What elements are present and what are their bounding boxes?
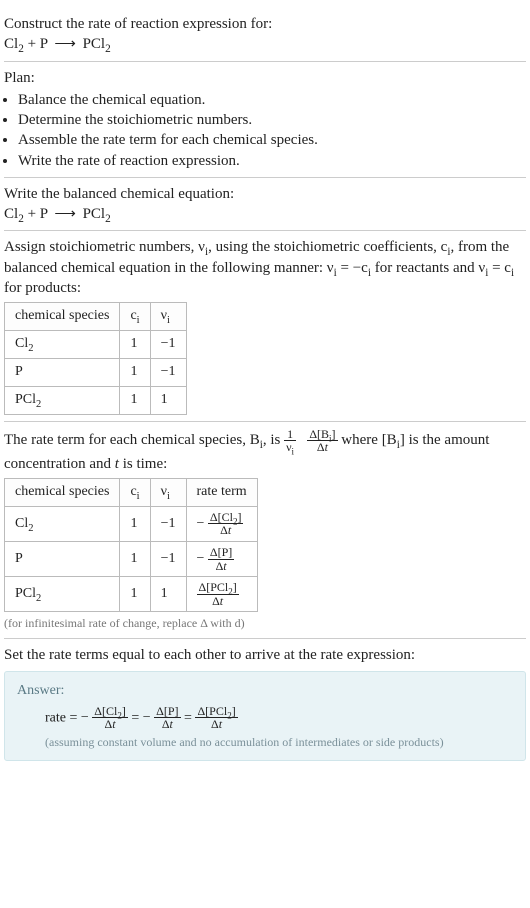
unbalanced-equation: Cl2 + P ⟶ PCl2 bbox=[4, 34, 526, 54]
col-c: ci bbox=[120, 479, 150, 507]
frac-num: Δ[Cl2] bbox=[92, 705, 128, 719]
frac-den: Δt bbox=[197, 595, 239, 608]
frac-num: Δ[PCl2] bbox=[197, 581, 239, 595]
rate-frac: Δ[PCl2] Δt bbox=[197, 581, 239, 607]
table-header-row: chemical species ci νi rate term bbox=[5, 479, 258, 507]
final-section: Set the rate terms equal to each other t… bbox=[4, 639, 526, 768]
stoich-section: Assign stoichiometric numbers, νi, using… bbox=[4, 231, 526, 421]
frac-num: Δ[Cl2] bbox=[208, 511, 244, 525]
neg-sign: − bbox=[143, 710, 151, 725]
equals: = bbox=[184, 710, 195, 725]
cell-species: P bbox=[5, 542, 120, 577]
cell-rate: − Δ[Cl2] Δt bbox=[186, 506, 257, 541]
neg-sign: − bbox=[197, 516, 205, 531]
plan-item: Balance the chemical equation. bbox=[18, 90, 526, 110]
table-row: P 1 −1 bbox=[5, 358, 187, 386]
rate-term-intro: The rate term for each chemical species,… bbox=[4, 428, 526, 474]
rate-term-table: chemical species ci νi rate term Cl2 1 −… bbox=[4, 478, 258, 612]
rate-expression: rate = − Δ[Cl2] Δt = − Δ[P] Δt = bbox=[17, 705, 513, 731]
prompt-title: Construct the rate of reaction expressio… bbox=[4, 14, 526, 34]
cell-c: 1 bbox=[120, 358, 150, 386]
col-nu: νi bbox=[150, 479, 186, 507]
cell-nu: −1 bbox=[150, 542, 186, 577]
col-c: ci bbox=[120, 303, 150, 331]
cell-c: 1 bbox=[120, 577, 150, 612]
col-nu: νi bbox=[150, 303, 186, 331]
rate-prefix: rate = bbox=[45, 710, 81, 725]
cell-rate: − Δ[P] Δt bbox=[186, 542, 257, 577]
equals: = bbox=[131, 710, 142, 725]
neg-sign: − bbox=[197, 551, 205, 566]
frac-dconc-dt: Δ[Bi] Δt bbox=[307, 428, 337, 454]
plan-list: Balance the chemical equation. Determine… bbox=[4, 90, 526, 171]
cell-nu: −1 bbox=[150, 330, 186, 358]
plan-section: Plan: Balance the chemical equation. Det… bbox=[4, 62, 526, 178]
answer-label: Answer: bbox=[17, 682, 513, 701]
balance-section: Write the balanced chemical equation: Cl… bbox=[4, 178, 526, 232]
table-row: PCl2 1 1 Δ[PCl2] Δt bbox=[5, 577, 258, 612]
cell-species: PCl2 bbox=[5, 577, 120, 612]
final-intro: Set the rate terms equal to each other t… bbox=[4, 645, 526, 665]
plan-item: Determine the stoichiometric numbers. bbox=[18, 110, 526, 130]
stoich-table: chemical species ci νi Cl2 1 −1 P 1 −1 P… bbox=[4, 302, 187, 415]
col-species: chemical species bbox=[5, 303, 120, 331]
frac-num: Δ[P] bbox=[154, 705, 180, 719]
table-row: Cl2 1 −1 bbox=[5, 330, 187, 358]
plan-item: Assemble the rate term for each chemical… bbox=[18, 130, 526, 150]
rate-frac: Δ[PCl2] Δt bbox=[195, 705, 237, 731]
cell-c: 1 bbox=[120, 330, 150, 358]
table-row: P 1 −1 − Δ[P] Δt bbox=[5, 542, 258, 577]
balanced-equation: Cl2 + P ⟶ PCl2 bbox=[4, 204, 526, 224]
frac-den: νi bbox=[284, 441, 296, 454]
cell-species: Cl2 bbox=[5, 330, 120, 358]
cell-nu: −1 bbox=[150, 506, 186, 541]
cell-nu: −1 bbox=[150, 358, 186, 386]
balance-intro: Write the balanced chemical equation: bbox=[4, 184, 526, 204]
frac-den: Δt bbox=[92, 718, 128, 731]
rate-formula: 1 νi Δ[Bi] Δt bbox=[284, 432, 341, 448]
cell-species: PCl2 bbox=[5, 386, 120, 414]
stoich-intro: Assign stoichiometric numbers, νi, using… bbox=[4, 237, 526, 298]
table-row: Cl2 1 −1 − Δ[Cl2] Δt bbox=[5, 506, 258, 541]
col-rate: rate term bbox=[186, 479, 257, 507]
frac-num: Δ[P] bbox=[208, 546, 234, 560]
cell-nu: 1 bbox=[150, 386, 186, 414]
rate-frac: Δ[Cl2] Δt bbox=[92, 705, 128, 731]
cell-rate: Δ[PCl2] Δt bbox=[186, 577, 257, 612]
rate-frac: Δ[P] Δt bbox=[154, 705, 180, 731]
table-row: PCl2 1 1 bbox=[5, 386, 187, 414]
cell-c: 1 bbox=[120, 542, 150, 577]
frac-num: Δ[PCl2] bbox=[195, 705, 237, 719]
infinitesimal-note: (for infinitesimal rate of change, repla… bbox=[4, 615, 526, 631]
frac-num: Δ[Bi] bbox=[307, 428, 337, 442]
intro-pre: The rate term for each chemical species,… bbox=[4, 432, 284, 448]
frac-den: Δt bbox=[208, 524, 244, 537]
assumption-note: (assuming constant volume and no accumul… bbox=[17, 734, 513, 750]
cell-c: 1 bbox=[120, 386, 150, 414]
answer-box: Answer: rate = − Δ[Cl2] Δt = − Δ[P] Δt = bbox=[4, 671, 526, 761]
rate-frac: Δ[Cl2] Δt bbox=[208, 511, 244, 537]
col-species: chemical species bbox=[5, 479, 120, 507]
plan-label: Plan: bbox=[4, 68, 526, 88]
rate-term-section: The rate term for each chemical species,… bbox=[4, 422, 526, 639]
cell-species: P bbox=[5, 358, 120, 386]
rate-frac: Δ[P] Δt bbox=[208, 546, 234, 572]
frac-one-over-nu: 1 νi bbox=[284, 428, 296, 454]
frac-num: 1 bbox=[284, 428, 296, 442]
plan-item: Write the rate of reaction expression. bbox=[18, 151, 526, 171]
neg-sign: − bbox=[81, 710, 89, 725]
cell-c: 1 bbox=[120, 506, 150, 541]
prompt-section: Construct the rate of reaction expressio… bbox=[4, 8, 526, 62]
frac-den: Δt bbox=[307, 441, 337, 454]
frac-den: Δt bbox=[154, 718, 180, 731]
frac-den: Δt bbox=[208, 560, 234, 573]
cell-species: Cl2 bbox=[5, 506, 120, 541]
frac-den: Δt bbox=[195, 718, 237, 731]
cell-nu: 1 bbox=[150, 577, 186, 612]
table-header-row: chemical species ci νi bbox=[5, 303, 187, 331]
